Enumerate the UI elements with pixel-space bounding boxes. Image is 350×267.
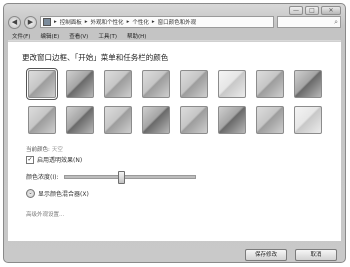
breadcrumb-control-panel[interactable]: 控制面板 [60,18,82,26]
color-swatch[interactable] [256,70,284,98]
color-swatch[interactable] [26,68,58,100]
current-color-value: 天空 [51,147,63,153]
color-intensity-label: 颜色浓度(I): [26,174,59,181]
color-swatch-grid [26,68,333,134]
color-swatch[interactable] [218,106,246,134]
caption-buttons: — □ ✕ [289,6,341,15]
color-swatch[interactable] [294,70,322,98]
close-button[interactable]: ✕ [321,6,341,15]
color-mixer-toggle[interactable]: ⌄ 显示颜色混合器(X) [26,189,89,198]
transparency-label: 启用透明效果(N) [37,157,83,164]
menu-tools[interactable]: 工具(T) [98,32,117,40]
breadcrumb-window-color[interactable]: 窗口颜色和外观 [158,18,197,26]
personalization-window: — □ ✕ ◀ ▶ ▸ 控制面板 ▸ 外观和个性化 ▸ 个性化 ▸ 窗口颜色和外… [3,3,346,263]
transparency-option[interactable]: ✓ 启用透明效果(N) [26,155,82,164]
color-swatch[interactable] [180,106,208,134]
search-icon: ⌕ [334,17,338,26]
color-swatch[interactable] [142,106,170,134]
menu-file[interactable]: 文件(F) [12,32,30,40]
search-input[interactable]: ⌕ [277,16,341,28]
control-panel-icon [43,18,51,26]
breadcrumb-appearance[interactable]: 外观和个性化 [91,18,124,26]
menu-bar: 文件(F) 编辑(E) 查看(V) 工具(T) 帮助(H) [8,31,341,41]
color-swatch[interactable] [218,70,246,98]
color-swatch[interactable] [104,70,132,98]
color-swatch[interactable] [104,106,132,134]
chevron-down-icon[interactable]: ⌄ [26,189,35,198]
transparency-checkbox[interactable]: ✓ [26,155,34,164]
forward-button[interactable]: ▶ [24,15,37,29]
color-mixer-label: 显示颜色混合器(X) [38,191,89,198]
breadcrumb-personalization[interactable]: 个性化 [132,18,149,26]
content-pane: 更改窗口边框、「开始」菜单和任务栏的颜色 当前颜色: 天空 ✓ 启用透明效果(N) [8,41,341,241]
color-swatch[interactable] [180,70,208,98]
color-swatch[interactable] [66,106,94,134]
color-swatch[interactable] [28,106,56,134]
address-bar[interactable]: ▸ 控制面板 ▸ 外观和个性化 ▸ 个性化 ▸ 窗口颜色和外观 [40,16,274,28]
advanced-appearance-link[interactable]: 高级外观设置... [26,210,64,218]
menu-edit[interactable]: 编辑(E) [40,32,59,40]
color-intensity-slider[interactable] [64,170,197,184]
breadcrumb-separator: ▸ [126,19,130,25]
menu-view[interactable]: 查看(V) [69,32,88,40]
current-color-readout: 当前颜色: 天空 [26,145,63,153]
minimize-button[interactable]: — [289,6,303,15]
slider-thumb[interactable] [117,170,125,184]
cancel-button[interactable]: 取消 [295,249,337,261]
color-swatch[interactable] [294,106,322,134]
back-button[interactable]: ◀ [8,15,21,29]
menu-help[interactable]: 帮助(H) [127,32,146,40]
color-swatch[interactable] [256,106,284,134]
current-color-label: 当前颜色: [26,147,50,153]
address-row: ◀ ▶ ▸ 控制面板 ▸ 外观和个性化 ▸ 个性化 ▸ 窗口颜色和外观 ⌕ [8,15,341,29]
color-swatch[interactable] [66,70,94,98]
color-swatch[interactable] [142,70,170,98]
page-title: 更改窗口边框、「开始」菜单和任务栏的颜色 [22,53,169,62]
breadcrumb-separator: ▸ [54,19,57,25]
maximize-button[interactable]: □ [305,6,319,15]
breadcrumb-separator: ▸ [84,19,88,25]
save-changes-button[interactable]: 保存修改 [245,249,287,261]
breadcrumb-separator: ▸ [151,19,155,25]
color-intensity-row: 颜色浓度(I): [26,170,197,184]
